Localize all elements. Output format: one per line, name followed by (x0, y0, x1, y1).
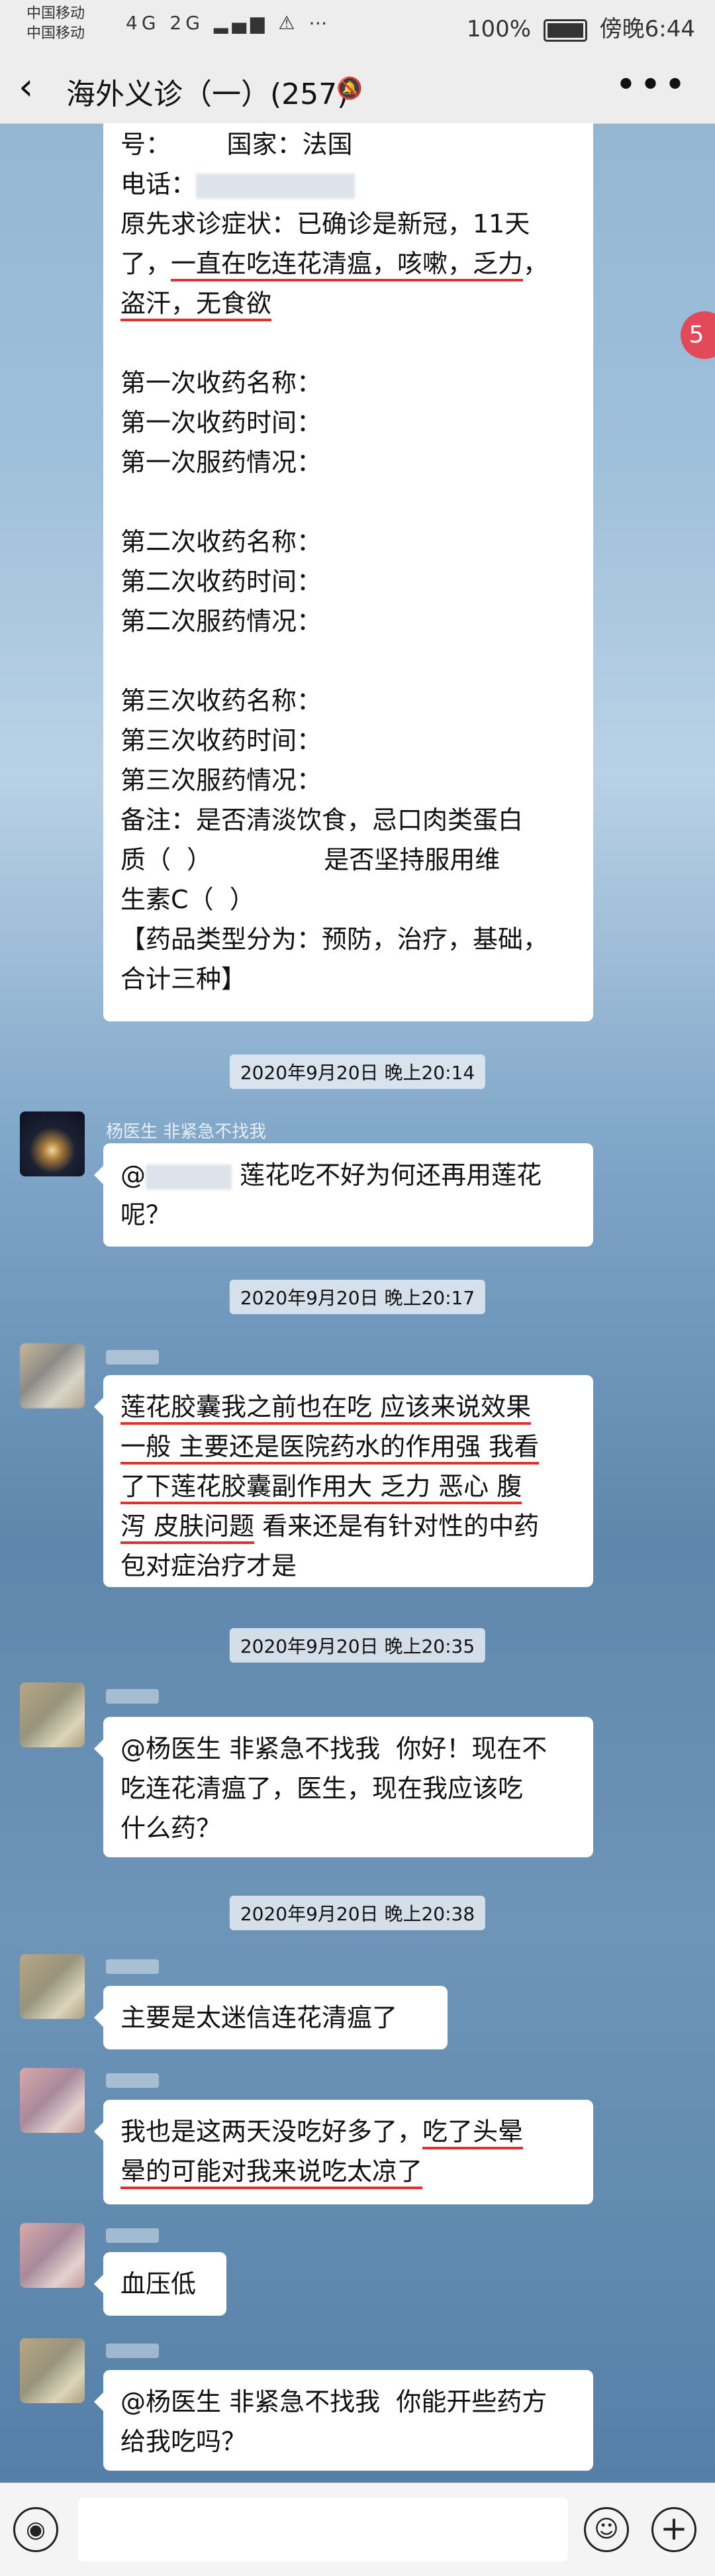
form-line: 第一次收药名称： (120, 368, 322, 397)
highlight-underline: 盗汗，无食欲 (120, 289, 272, 318)
message-text: 包对症治疗才是 (120, 1551, 297, 1580)
message-bubble[interactable]: 莲花胶囊我之前也在吃 应该来说效果 一般 主要还是医院药水的作用强 我看 了下莲… (94, 1375, 593, 1587)
text-seg: 我也是这两天没吃好多了， (120, 2117, 423, 2146)
form-line (120, 482, 576, 522)
back-icon[interactable]: ‹ (19, 69, 33, 106)
carrier-info: 中国移动 中国移动 (26, 4, 85, 44)
form-line: 电话： (120, 164, 576, 204)
phone-label: 电话： (120, 170, 197, 199)
message-bubble[interactable]: @杨医生 非紧急不找我 你能开些药方 给我吃吗？ (94, 2370, 593, 2471)
message-bubble[interactable]: 血压低 (94, 2252, 226, 2316)
status-right: 100% 傍晚6:44 (467, 11, 695, 43)
voice-icon[interactable]: ◉ (13, 2507, 58, 2552)
form-line: 盗汗，无食欲 (120, 283, 576, 323)
form-line: 号： 国家：法国 (120, 130, 353, 159)
avatar[interactable] (20, 1954, 85, 2019)
message-text: @杨医生 非紧急不找我 你能开些药方 (120, 2387, 548, 2416)
battery-icon (543, 19, 587, 42)
message-text: @杨医生 非紧急不找我 你好！现在不 (120, 1734, 548, 1763)
highlight-underline: 泻 皮肤问题 (120, 1512, 255, 1541)
message-text: 泻 皮肤问题 看来还是有针对性的中药 (120, 1506, 576, 1546)
message-text: @ 莲花吃不好为何还再用莲花 (120, 1155, 576, 1195)
message-bubble[interactable]: 我也是这两天没吃好多了，吃了头晕 晕的可能对我来说吃太凉了 (94, 2100, 593, 2204)
timestamp: 2020年9月20日 晚上20:17 (229, 1280, 486, 1314)
avatar[interactable] (20, 2338, 85, 2403)
form-line: 第三次服药情况： (120, 766, 322, 795)
message-bubble[interactable]: @杨医生 非紧急不找我 你好！现在不 吃连花清瘟了，医生，现在我应该吃 什么药？ (94, 1717, 593, 1857)
mute-icon: 🔕 (336, 76, 363, 101)
form-line: 生素C（ ） (120, 885, 255, 914)
redacted-sender (106, 2344, 159, 2358)
avatar[interactable] (20, 1343, 85, 1408)
message-text: 什么药？ (120, 1814, 222, 1843)
highlight-underline: 一直在吃连花清瘟，咳嗽，乏力 (171, 249, 524, 278)
form-line: 质（ ） 是否坚持服用维 (120, 845, 501, 874)
redacted-sender (106, 1350, 159, 1365)
message-input[interactable] (78, 2498, 568, 2561)
form-line: 第一次服药情况： (120, 448, 322, 477)
form-line: 第三次收药时间： (120, 726, 322, 755)
message-text: 给我吃吗？ (120, 2427, 247, 2456)
form-line (120, 641, 576, 681)
message-bubble[interactable]: 主要是太迷信连花清瘟了 (94, 1986, 448, 2049)
sender-name: 杨医生 非紧急不找我 (106, 1122, 267, 1142)
timestamp: 2020年9月20日 晚上20:35 (229, 1628, 486, 1663)
avatar[interactable] (20, 2068, 85, 2133)
carrier-2: 中国移动 (26, 25, 85, 42)
message-text: 主要是太迷信连花清瘟了 (120, 2003, 398, 2032)
mention-symbol: @ (120, 1160, 146, 1190)
form-line: 第一次收药时间： (120, 408, 322, 437)
form-line: 第二次服药情况： (120, 607, 322, 636)
message-text: 一般 主要还是医院药水的作用强 我看 (120, 1432, 540, 1461)
message-text: 了下莲花胶囊副作用大 乏力 恶心 腹 (120, 1472, 522, 1501)
message-text: 吃连花清瘟了，医生，现在我应该吃 (120, 1774, 524, 1803)
redacted-sender (106, 2073, 159, 2088)
unread-badge[interactable]: 5 (681, 311, 715, 359)
form-line: 第二次收药时间： (120, 567, 322, 596)
message-bubble[interactable]: @ 莲花吃不好为何还再用莲花 呢？ (94, 1143, 593, 1247)
text-seg: 了， (120, 249, 171, 278)
redacted-sender (106, 1959, 159, 1974)
avatar[interactable] (20, 2223, 85, 2288)
form-line: 第二次收药名称： (120, 527, 322, 556)
redacted-name (146, 1164, 232, 1190)
message-text: 呢？ (120, 1200, 171, 1229)
form-line (120, 323, 576, 363)
chat-title: 海外义诊（一）(257) (66, 77, 349, 111)
form-line: 合计三种】 (120, 964, 247, 994)
timestamp: 2020年9月20日 晚上20:14 (229, 1055, 486, 1089)
message-text: 我也是这两天没吃好多了，吃了头晕 (120, 2112, 576, 2151)
form-line: 第三次收药名称： (120, 686, 322, 715)
redacted-sender (106, 1689, 159, 1704)
status-bar: 中国移动 中国移动 4G 2G ▂▄▆ ⚠ ⋯ 100% 傍晚6:44 (0, 0, 715, 52)
battery-percent: 100% (466, 16, 532, 42)
network-label: 4G 2G (126, 12, 204, 34)
text-seg: ， (523, 249, 549, 278)
form-line: 备注：是否清淡饮食，忌口肉类蛋白 (120, 805, 524, 835)
avatar[interactable] (20, 1111, 85, 1176)
chat-header: ‹ 海外义诊（一）(257) 🔕 ••• (0, 52, 715, 124)
form-line: 【药品类型分为：预防，治疗，基础， (120, 925, 549, 954)
avatar[interactable] (20, 1682, 85, 1747)
form-line: 了，一直在吃连花清瘟，咳嗽，乏力， (120, 244, 576, 283)
text-seg: 莲花吃不好为何还再用莲花 (240, 1160, 542, 1190)
more-options-icon[interactable]: ••• (615, 64, 689, 107)
highlight-underline: 吃了头晕 (422, 2117, 524, 2146)
clock: 傍晚6:44 (599, 16, 695, 42)
emoji-icon[interactable]: ☺ (584, 2507, 629, 2552)
message-bubble-form[interactable]: 号： 国家：法国 电话： 原先求诊症状：已确诊是新冠，11天 了，一直在吃连花清… (103, 123, 593, 1021)
redacted-phone (196, 173, 356, 199)
form-line: 原先求诊症状：已确诊是新冠，11天 (120, 209, 530, 238)
redacted-sender (106, 2228, 159, 2243)
plus-icon[interactable]: + (651, 2507, 696, 2552)
timestamp: 2020年9月20日 晚上20:38 (229, 1896, 486, 1930)
message-text: 莲花胶囊我之前也在吃 应该来说效果 (120, 1392, 532, 1421)
input-bar: ◉ ☺ + (0, 2483, 715, 2576)
text-seg: 看来还是有针对性的中药 (254, 1512, 540, 1541)
carrier-1: 中国移动 (26, 5, 85, 22)
message-text: 晕的可能对我来说吃太凉了 (120, 2157, 423, 2186)
message-text: 血压低 (120, 2269, 197, 2298)
network-indicator: 4G 2G ▂▄▆ ⚠ ⋯ (126, 12, 332, 34)
